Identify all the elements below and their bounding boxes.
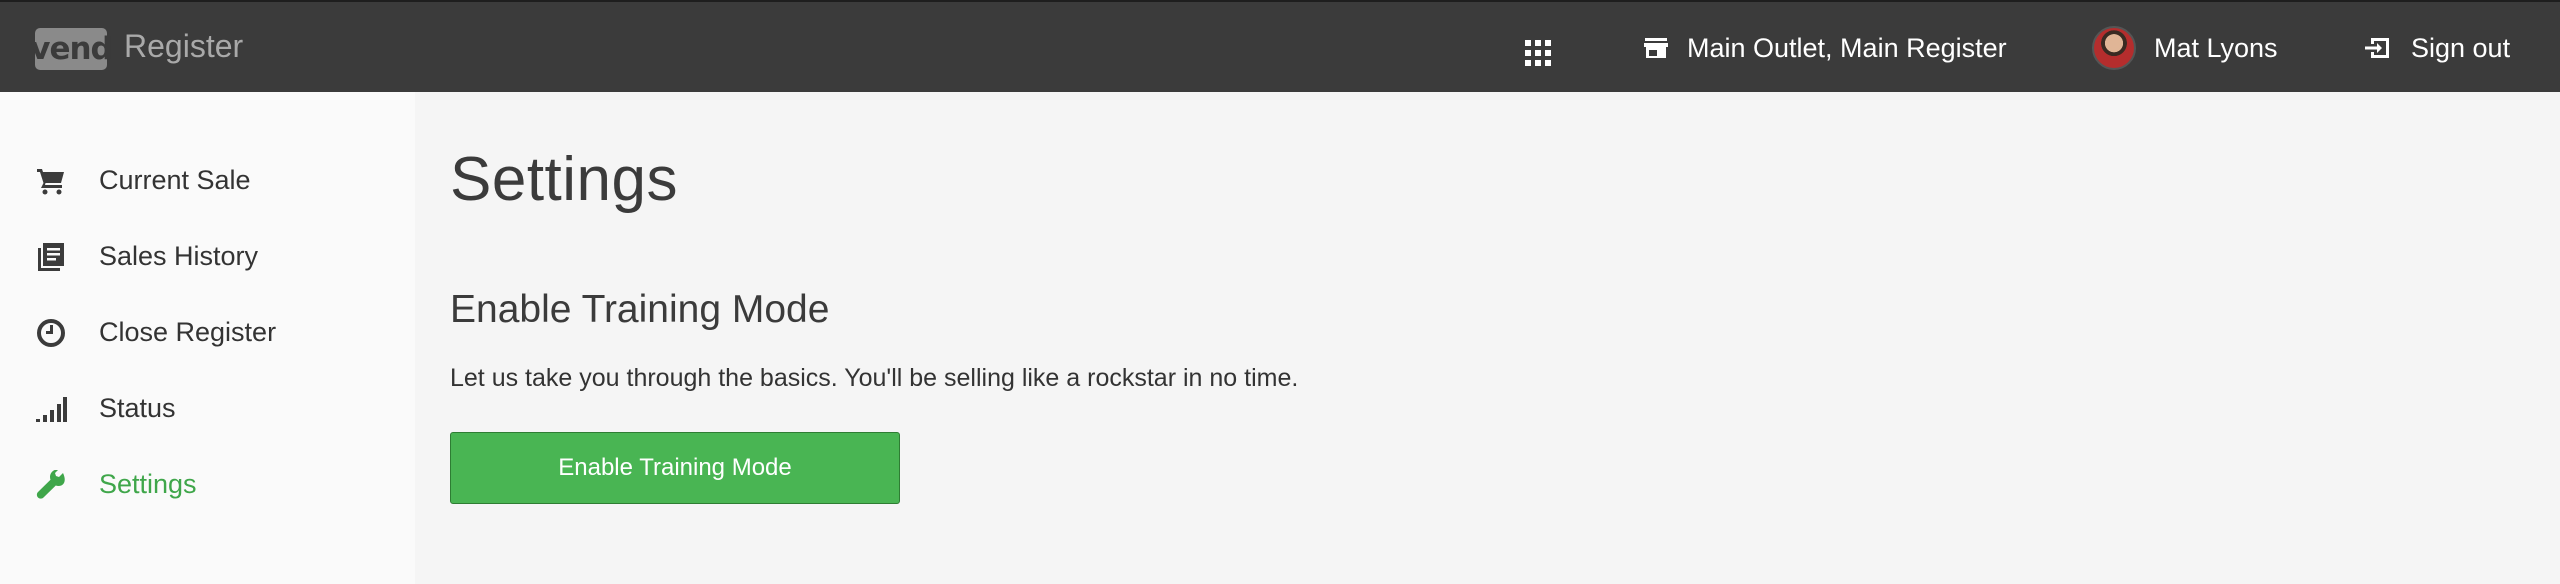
vend-logo[interactable]: vend bbox=[30, 28, 113, 70]
sidebar-item-label: Settings bbox=[99, 468, 197, 499]
user-menu[interactable]: Mat Lyons bbox=[2092, 2, 2278, 94]
section-title: Enable Training Mode bbox=[450, 288, 830, 331]
sidebar-item-label: Status bbox=[99, 392, 176, 423]
enable-training-mode-button[interactable]: Enable Training Mode bbox=[450, 432, 900, 504]
outlet-selector[interactable]: Main Outlet, Main Register bbox=[1643, 2, 2007, 94]
page-title: Settings bbox=[450, 145, 679, 214]
sidebar-item-settings[interactable]: Settings bbox=[0, 454, 415, 514]
cart-icon bbox=[34, 164, 68, 198]
sidebar: Current Sale Sales History Close Registe… bbox=[0, 92, 415, 584]
sidebar-item-label: Sales History bbox=[99, 240, 259, 271]
sidebar-item-close-register[interactable]: Close Register bbox=[0, 302, 415, 362]
app-title: Register bbox=[124, 28, 244, 64]
sign-out-label: Sign out bbox=[2411, 32, 2511, 63]
sidebar-item-sales-history[interactable]: Sales History bbox=[0, 226, 415, 286]
sign-out-button[interactable]: Sign out bbox=[2363, 2, 2510, 94]
sidebar-item-label: Current Sale bbox=[99, 164, 251, 195]
avatar bbox=[2092, 26, 2136, 70]
sidebar-item-status[interactable]: Status bbox=[0, 378, 415, 438]
wrench-icon bbox=[34, 468, 68, 502]
top-bar: vend Register Main Outlet, Main Register… bbox=[0, 0, 2560, 92]
user-name: Mat Lyons bbox=[2154, 32, 2278, 63]
store-icon bbox=[1643, 36, 1669, 60]
signal-icon bbox=[34, 392, 68, 426]
clock-icon bbox=[34, 316, 68, 350]
sidebar-item-label: Close Register bbox=[99, 316, 277, 347]
section-description: Let us take you through the basics. You'… bbox=[450, 364, 1299, 392]
logo-text: vend bbox=[30, 31, 112, 67]
apps-grid-button[interactable] bbox=[1520, 34, 1554, 68]
sidebar-item-current-sale[interactable]: Current Sale bbox=[0, 150, 415, 210]
main-content: Settings Enable Training Mode Let us tak… bbox=[415, 92, 2560, 584]
history-icon bbox=[34, 240, 68, 274]
sign-out-icon bbox=[2363, 35, 2393, 61]
outlet-label: Main Outlet, Main Register bbox=[1687, 32, 2007, 63]
grid-icon bbox=[1525, 40, 1531, 46]
